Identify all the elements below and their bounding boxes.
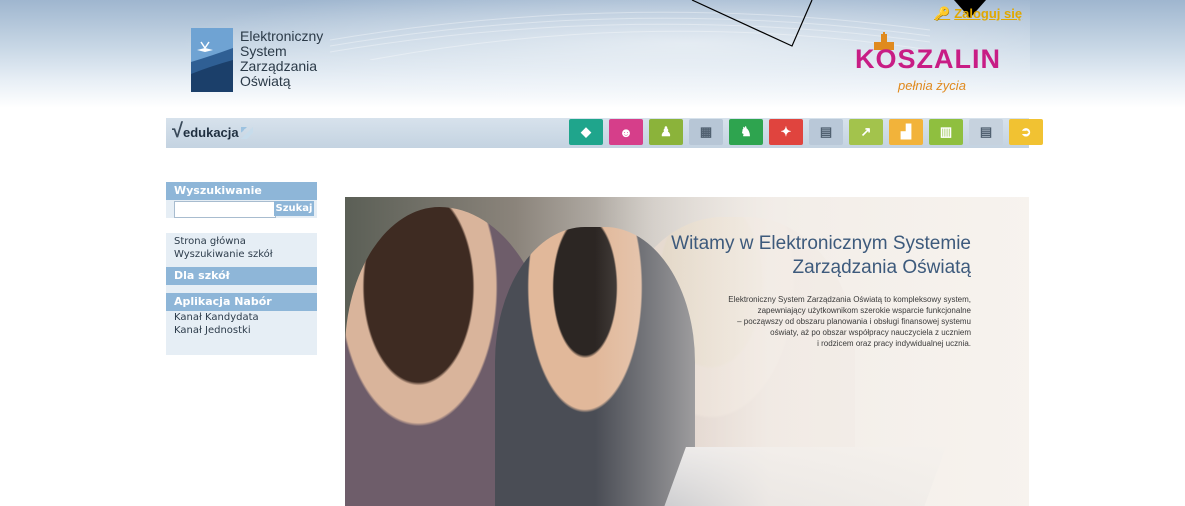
nav-link-home[interactable]: Strona główna bbox=[166, 235, 317, 248]
nav-link-candidate[interactable]: Kanał Kandydata bbox=[166, 311, 317, 324]
logo-line-4: Oświatą bbox=[240, 73, 291, 89]
city-logo-text: KOSZALIN bbox=[855, 44, 1001, 74]
hero-title-line-1: Witamy w Elektronicznym Systemie bbox=[671, 233, 971, 254]
login-link[interactable]: 🔑 Zaloguj się bbox=[934, 6, 1022, 22]
people-icon[interactable]: ♟ bbox=[649, 119, 683, 145]
group-icon[interactable]: ♞ bbox=[729, 119, 763, 145]
module-icons: ◆ ☻ ♟ ▦ ♞ ✦ ▤ ↗ ▟ ▥ ▤ ➲ bbox=[569, 119, 1043, 145]
share-icon[interactable]: ✦ bbox=[769, 119, 803, 145]
hero-text-line: – począwszy od obszaru planowania i obsł… bbox=[737, 317, 971, 326]
eszo-logo-text: Elektroniczny System Zarządzania Oświatą bbox=[240, 29, 323, 89]
abacus-icon[interactable]: ▤ bbox=[809, 119, 843, 145]
search-panel: Wyszukiwanie Szukaj bbox=[166, 182, 317, 218]
eszo-logo-icon bbox=[191, 28, 233, 92]
hero-title-line-2: Zarządzania Oświatą bbox=[792, 257, 971, 278]
section-for-schools[interactable]: Dla szkół bbox=[166, 267, 317, 285]
hero-text-line: oświaty, aż po obszar współpracy nauczyc… bbox=[770, 328, 971, 337]
hero-title: Witamy w Elektronicznym Systemie Zarządz… bbox=[591, 232, 971, 280]
sidebar-nav: Strona główna Wyszukiwanie szkół Dla szk… bbox=[166, 233, 317, 355]
tag-icon[interactable]: ◆ bbox=[569, 119, 603, 145]
chart-line-icon[interactable]: ↗ bbox=[849, 119, 883, 145]
exit-icon[interactable]: ➲ bbox=[1009, 119, 1043, 145]
v-mark-icon: √ bbox=[172, 120, 183, 142]
search-panel-title: Wyszukiwanie bbox=[166, 182, 317, 200]
masks-icon[interactable]: ☻ bbox=[609, 119, 643, 145]
logo-line-3: Zarządzania bbox=[240, 58, 318, 74]
hero-banner: Witamy w Elektronicznym Systemie Zarządz… bbox=[345, 197, 1029, 506]
logo-line-1: Elektroniczny bbox=[240, 28, 324, 44]
search-input[interactable] bbox=[174, 201, 276, 218]
city-tagline: pełnia życia bbox=[898, 78, 966, 93]
document-icon[interactable]: ▤ bbox=[969, 119, 1003, 145]
building-icon[interactable]: ▥ bbox=[929, 119, 963, 145]
nav-link-school-search[interactable]: Wyszukiwanie szkół bbox=[166, 248, 317, 261]
login-label: Zaloguj się bbox=[954, 6, 1023, 21]
section-nabor[interactable]: Aplikacja Nabór bbox=[166, 293, 317, 311]
hero-text-line: Elektroniczny System Zarządzania Oświatą… bbox=[728, 295, 971, 304]
hero-text-line: zapewniający użytkownikom szerokie wspar… bbox=[757, 306, 971, 315]
chart-bar-icon[interactable]: ▟ bbox=[889, 119, 923, 145]
hero-text-line: i rodzicem oraz pracy indywidualnej uczn… bbox=[817, 339, 971, 348]
logo-line-2: System bbox=[240, 43, 287, 59]
edukacja-brand[interactable]: √edukacja bbox=[172, 120, 253, 143]
grid-icon[interactable]: ▦ bbox=[689, 119, 723, 145]
brand-label: edukacja bbox=[182, 125, 239, 140]
key-icon: 🔑 bbox=[934, 6, 951, 21]
nav-link-unit[interactable]: Kanał Jednostki bbox=[166, 324, 317, 337]
brand-dots-icon bbox=[240, 127, 253, 140]
search-button[interactable]: Szukaj bbox=[274, 201, 314, 216]
hero-description: Elektroniczny System Zarządzania Oświatą… bbox=[641, 294, 971, 349]
